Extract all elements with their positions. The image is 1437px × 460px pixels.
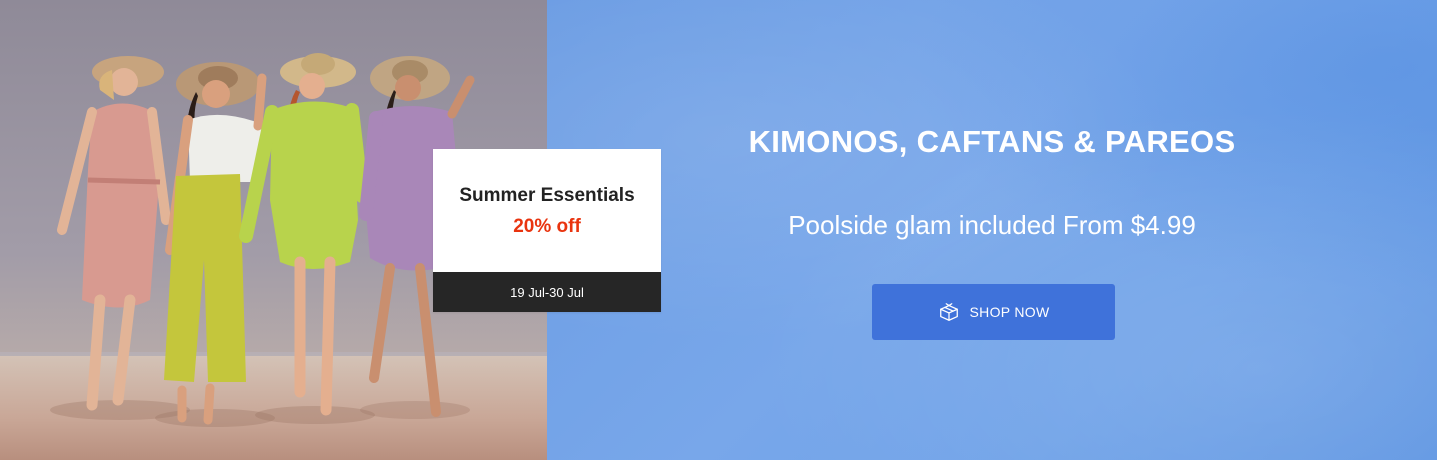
promo-headline: KIMONOS, CAFTANS & PAREOS xyxy=(748,124,1236,159)
sale-card-discount: 20% off xyxy=(513,216,581,237)
sale-card: Summer Essentials 20% off 19 Jul-30 Jul xyxy=(433,149,661,312)
promo-panel: KIMONOS, CAFTANS & PAREOS Poolside glam … xyxy=(547,0,1437,460)
gift-box-icon xyxy=(938,301,960,323)
shop-now-label: SHOP NOW xyxy=(969,304,1050,320)
promo-banner: KIMONOS, CAFTANS & PAREOS Poolside glam … xyxy=(0,0,1437,460)
shop-now-button[interactable]: SHOP NOW xyxy=(872,284,1115,340)
sale-card-dates: 19 Jul-30 Jul xyxy=(433,272,661,312)
sale-card-title: Summer Essentials xyxy=(459,185,635,206)
promo-subline: Poolside glam included From $4.99 xyxy=(788,210,1196,240)
